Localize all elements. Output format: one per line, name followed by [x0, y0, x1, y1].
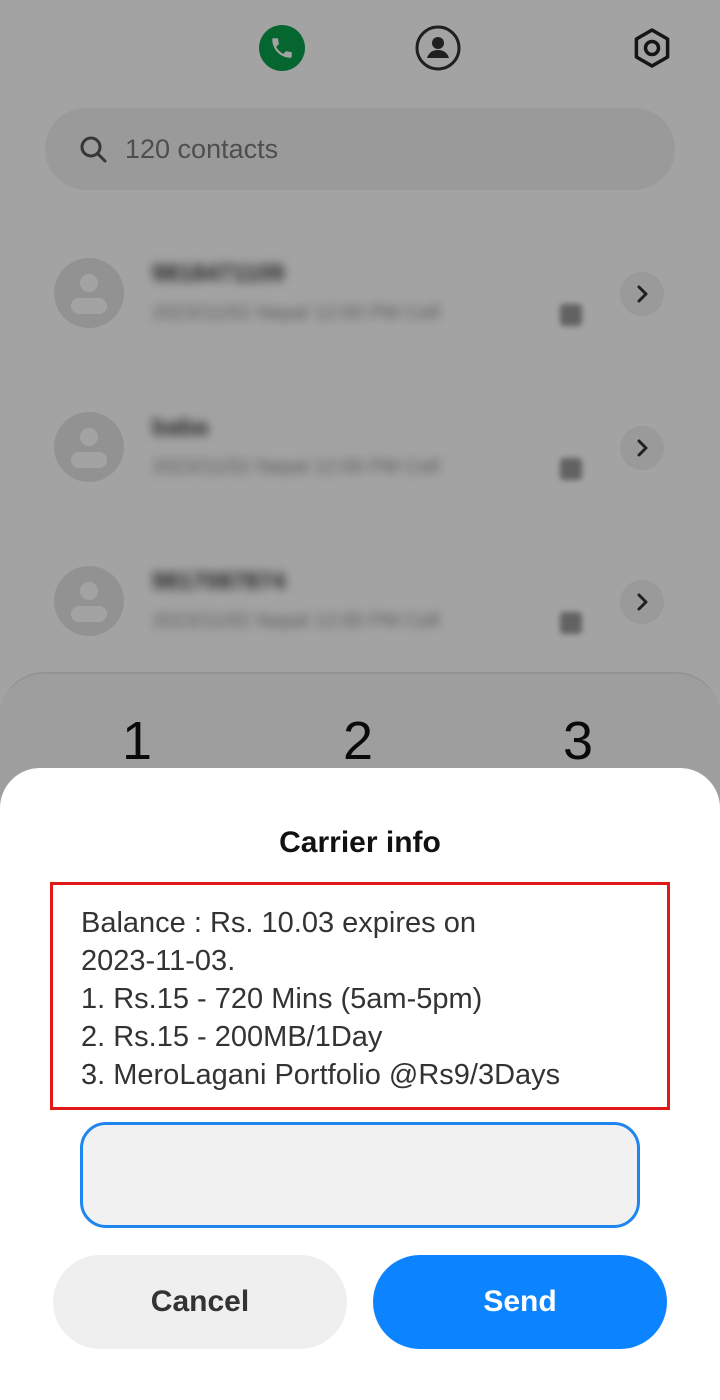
carrier-info-dialog: Carrier info Balance : Rs. 10.03 expires… — [0, 768, 720, 1400]
carrier-message: Balance : Rs. 10.03 expires on 2023-11-0… — [50, 882, 670, 1110]
message-line: Balance : Rs. 10.03 expires on — [81, 907, 476, 939]
dialog-title: Carrier info — [279, 826, 441, 859]
send-button[interactable]: Send — [373, 1255, 667, 1349]
cancel-button[interactable]: Cancel — [53, 1255, 347, 1349]
message-line: 1. Rs.15 - 720 Mins (5am-5pm) — [81, 983, 483, 1015]
message-line: 2023-11-03. — [81, 945, 236, 977]
message-line: 3. MeroLagani Portfolio @Rs9/3Days — [81, 1059, 561, 1091]
message-line: 2. Rs.15 - 200MB/1Day — [81, 1021, 383, 1053]
reply-input[interactable] — [80, 1122, 640, 1228]
